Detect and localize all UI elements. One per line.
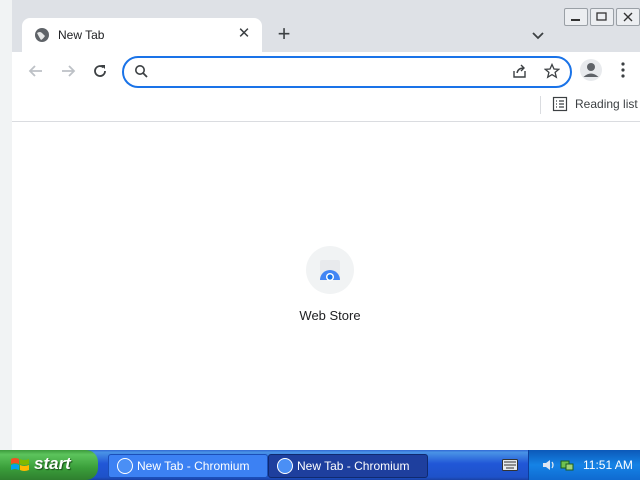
shortcut-tile xyxy=(306,246,354,294)
bookmark-bar-divider xyxy=(540,96,541,114)
reload-icon[interactable] xyxy=(91,62,109,80)
share-icon[interactable] xyxy=(512,63,528,79)
start-button[interactable]: start xyxy=(0,450,98,480)
new-tab-page: Web Store xyxy=(12,122,640,450)
taskbar-item[interactable]: New Tab - Chromium xyxy=(108,454,268,478)
tab-strip: New Tab ✕ + xyxy=(12,0,640,52)
person-icon xyxy=(583,63,599,77)
globe-icon xyxy=(35,28,49,42)
profile-avatar[interactable] xyxy=(580,59,602,81)
bookmark-star-icon[interactable] xyxy=(544,63,560,79)
menu-dots-icon[interactable] xyxy=(618,61,628,79)
reading-list-icon xyxy=(552,96,568,112)
minimize-icon xyxy=(571,19,580,21)
close-window-icon xyxy=(623,12,633,22)
chromium-icon xyxy=(277,458,293,474)
taskbar-item-label: New Tab - Chromium xyxy=(137,459,250,473)
windows-flag-icon xyxy=(11,458,29,471)
minimize-button[interactable] xyxy=(564,8,588,26)
chevron-down-icon[interactable] xyxy=(530,28,546,44)
shortcut-label: Web Store xyxy=(299,308,361,323)
close-icon[interactable]: ✕ xyxy=(236,26,252,42)
bookmark-bar: Reading list xyxy=(12,90,640,122)
search-icon xyxy=(135,65,148,78)
network-icon[interactable] xyxy=(559,457,575,473)
web-store-icon xyxy=(320,260,340,281)
back-icon[interactable] xyxy=(27,62,45,80)
taskbar: start New Tab - Chromium New Tab - Chrom… xyxy=(0,450,640,480)
restore-icon xyxy=(596,12,607,21)
system-tray: 11:51 AM xyxy=(528,450,640,480)
forward-icon[interactable] xyxy=(59,62,77,80)
start-label: start xyxy=(34,454,71,473)
shortcut-web-store[interactable]: Web Store xyxy=(292,242,372,332)
chromium-icon xyxy=(117,458,133,474)
tab-new-tab[interactable]: New Tab ✕ xyxy=(22,18,262,52)
restore-button[interactable] xyxy=(590,8,614,26)
keyboard-icon[interactable] xyxy=(502,459,518,471)
plus-icon[interactable]: + xyxy=(274,23,294,45)
address-bar[interactable] xyxy=(122,56,572,88)
volume-icon[interactable] xyxy=(541,457,557,473)
reading-list-label: Reading list xyxy=(575,97,638,111)
taskbar-item-label: New Tab - Chromium xyxy=(297,459,410,473)
window-controls xyxy=(564,8,640,26)
clock: 11:51 AM xyxy=(583,458,633,472)
close-window-button[interactable] xyxy=(616,8,640,26)
tab-title: New Tab xyxy=(58,28,105,42)
address-input[interactable] xyxy=(156,62,500,84)
toolbar xyxy=(12,52,640,90)
taskbar-item-active[interactable]: New Tab - Chromium xyxy=(268,454,428,478)
